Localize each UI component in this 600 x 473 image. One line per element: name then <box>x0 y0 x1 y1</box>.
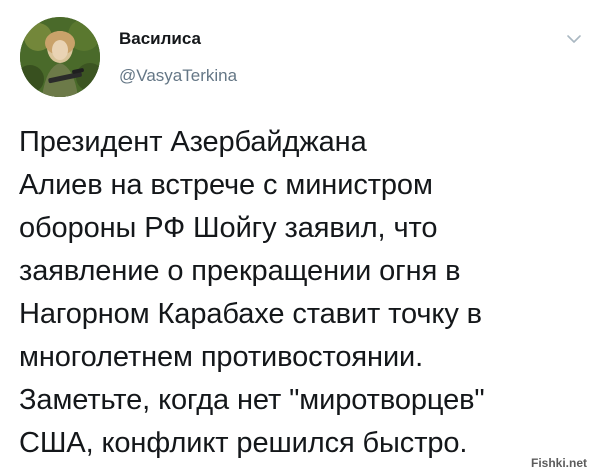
profile-photo-icon <box>20 17 100 97</box>
avatar[interactable] <box>20 17 100 97</box>
watermark: Fishki.net <box>527 456 590 470</box>
author-handle[interactable]: @VasyaTerkina <box>119 67 237 84</box>
tweet-text: Президент Азербайджана Алиев на встрече … <box>19 126 485 459</box>
chevron-down-icon[interactable] <box>566 31 582 47</box>
tweet-card: Василиса @VasyaTerkina Президент Азербай… <box>0 0 600 473</box>
author-display-name[interactable]: Василиса <box>119 30 201 47</box>
